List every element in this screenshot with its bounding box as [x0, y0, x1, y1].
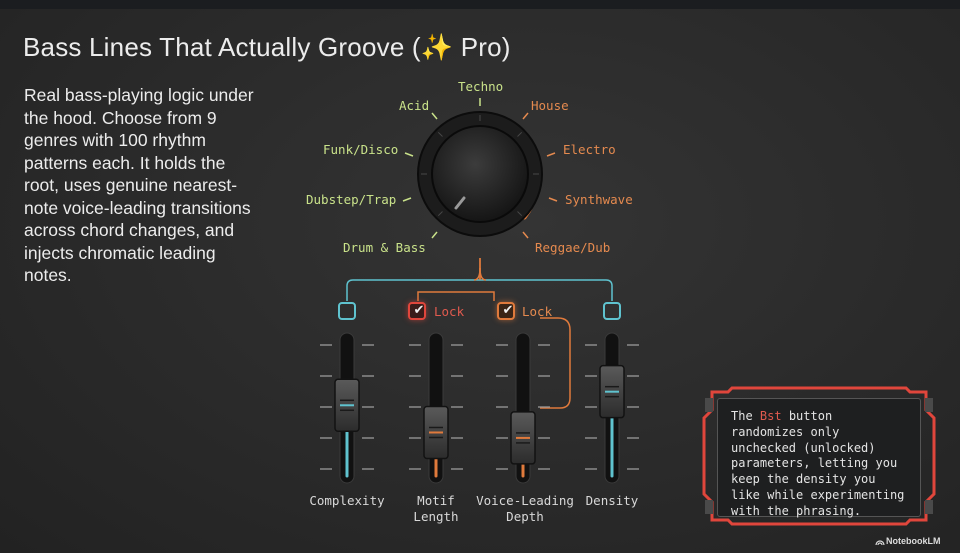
voice-leading-lock-checkbox[interactable]: ✔ [497, 302, 515, 320]
fader-tracks [339, 332, 620, 484]
brand-icon [875, 540, 885, 546]
complexity-lock-checkbox[interactable] [338, 302, 356, 320]
motif-length-lock-label: Lock [434, 304, 465, 319]
genre-label-electro[interactable]: Electro [563, 142, 616, 157]
info-note: The Bst button randomizes only unchecked… [717, 398, 921, 518]
fader-scale-ticks [320, 344, 639, 470]
checkmark-icon: ✔ [502, 303, 514, 318]
fader-label-density: Density [585, 493, 639, 508]
density-lock-checkbox[interactable] [603, 302, 621, 320]
genre-label-house[interactable]: House [531, 98, 569, 113]
checkmark-icon: ✔ [413, 303, 425, 318]
connector-lines [346, 258, 613, 409]
genre-label-reggae-dub[interactable]: Reggae/Dub [535, 240, 610, 255]
genre-label-dubstep-trap[interactable]: Dubstep/Trap [306, 192, 396, 207]
genre-knob[interactable] [431, 125, 529, 223]
genre-label-drum-bass[interactable]: Drum & Bass [343, 240, 426, 255]
fader-caps [334, 364, 625, 465]
brand-label: NotebookLM [886, 536, 941, 546]
genre-label-acid[interactable]: Acid [399, 98, 429, 113]
fader-label-complexity: Complexity [309, 493, 385, 508]
genre-label-funk-disco[interactable]: Funk/Disco [323, 142, 398, 157]
voice-leading-lock-label: Lock [522, 304, 553, 319]
genre-label-synthwave[interactable]: Synthwave [565, 192, 633, 207]
motif-length-lock-checkbox[interactable]: ✔ [408, 302, 426, 320]
fader-fills [345, 390, 614, 478]
bst-highlight: Bst [759, 409, 782, 423]
genre-label-techno[interactable]: Techno [458, 79, 503, 94]
